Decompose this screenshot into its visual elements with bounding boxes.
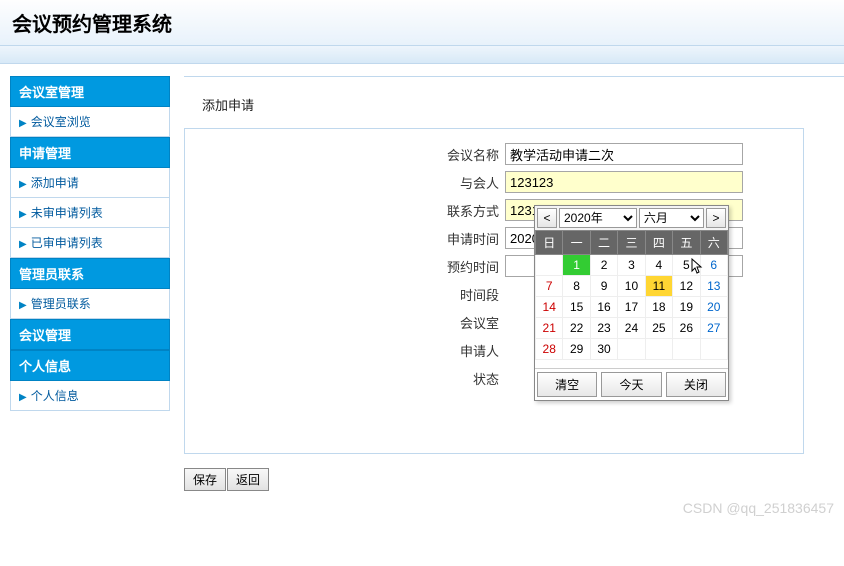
calendar-day[interactable]: 22 [563, 318, 590, 339]
calendar-day[interactable]: 7 [536, 276, 563, 297]
calendar-day[interactable]: 17 [618, 297, 645, 318]
sidebar-header-room[interactable]: 会议室管理 [10, 76, 170, 107]
calendar-day[interactable]: 15 [563, 297, 590, 318]
label-time-slot: 时间段 [185, 285, 505, 304]
bullet-icon: ▶ [19, 392, 27, 403]
calendar-day[interactable]: 18 [645, 297, 672, 318]
calendar-day[interactable]: 10 [618, 276, 645, 297]
label-room: 会议室 [185, 313, 505, 332]
calendar-day[interactable]: 20 [700, 297, 727, 318]
calendar-close-button[interactable]: 关闭 [666, 372, 726, 397]
panel-title: 添加申请 [184, 89, 844, 128]
bullet-icon: ▶ [19, 179, 27, 190]
calendar-weekday: 三 [618, 231, 645, 255]
calendar-day [536, 255, 563, 276]
calendar-day[interactable]: 21 [536, 318, 563, 339]
calendar-day[interactable]: 2 [590, 255, 617, 276]
calendar-day[interactable]: 16 [590, 297, 617, 318]
calendar-day[interactable]: 29 [563, 339, 590, 360]
sidebar-item-reviewed[interactable]: ▶已审申请列表 [10, 228, 170, 258]
sidebar-item-admin-contact[interactable]: ▶管理员联系 [10, 289, 170, 319]
label-reserve-time: 预约时间 [185, 257, 505, 276]
sidebar-item-pending[interactable]: ▶未审申请列表 [10, 198, 170, 228]
app-title: 会议预约管理系统 [12, 8, 832, 37]
watermark: CSDN @qq_251836457 [683, 500, 834, 516]
calendar-day[interactable]: 28 [536, 339, 563, 360]
calendar-day[interactable]: 11 [645, 276, 672, 297]
calendar-day[interactable]: 14 [536, 297, 563, 318]
button-bar: 保存返回 [184, 468, 844, 491]
label-apply-time: 申请时间 [185, 229, 505, 248]
save-button[interactable]: 保存 [184, 468, 226, 491]
sidebar-header-apply[interactable]: 申请管理 [10, 137, 170, 168]
calendar-day [645, 339, 672, 360]
calendar-clear-button[interactable]: 清空 [537, 372, 597, 397]
calendar-day[interactable]: 8 [563, 276, 590, 297]
calendar-day[interactable]: 1 [563, 255, 590, 276]
calendar-today-button[interactable]: 今天 [601, 372, 661, 397]
calendar-day[interactable]: 26 [673, 318, 700, 339]
sidebar-header-admin[interactable]: 管理员联系 [10, 258, 170, 289]
calendar-day[interactable]: 13 [700, 276, 727, 297]
calendar-day[interactable]: 25 [645, 318, 672, 339]
label-applicant: 申请人 [185, 341, 505, 360]
calendar-weekday: 四 [645, 231, 672, 255]
bullet-icon: ▶ [19, 209, 27, 220]
calendar-weekday: 二 [590, 231, 617, 255]
calendar-next-button[interactable]: > [706, 208, 726, 228]
calendar-day[interactable]: 23 [590, 318, 617, 339]
calendar-day[interactable]: 5 [673, 255, 700, 276]
calendar-prev-button[interactable]: < [537, 208, 557, 228]
bullet-icon: ▶ [19, 118, 27, 129]
calendar-day[interactable]: 9 [590, 276, 617, 297]
sidebar-header-meeting[interactable]: 会议管理 [10, 319, 170, 350]
calendar-weekday: 六 [700, 231, 727, 255]
label-contact: 联系方式 [185, 201, 505, 220]
calendar-day [673, 339, 700, 360]
label-participants: 与会人 [185, 173, 505, 192]
sidebar-header-profile[interactable]: 个人信息 [10, 350, 170, 381]
main-panel: 添加申请 会议名称 与会人 联系方式 申请时间 预约时间 时间段 会议室 申请人… [184, 76, 844, 491]
bullet-icon: ▶ [19, 239, 27, 250]
calendar-month-select[interactable]: 六月 [639, 208, 704, 228]
calendar-day [700, 339, 727, 360]
sidebar: 会议室管理 ▶会议室浏览 申请管理 ▶添加申请 ▶未审申请列表 ▶已审申请列表 … [10, 76, 170, 491]
calendar-day[interactable]: 24 [618, 318, 645, 339]
calendar-day[interactable]: 30 [590, 339, 617, 360]
calendar-day[interactable]: 19 [673, 297, 700, 318]
calendar-grid: 日一二三四五六 12345678910111213141516171819202… [535, 230, 728, 360]
calendar-year-select[interactable]: 2020年 [559, 208, 637, 228]
bullet-icon: ▶ [19, 300, 27, 311]
calendar-day[interactable]: 6 [700, 255, 727, 276]
calendar-weekday: 五 [673, 231, 700, 255]
sidebar-item-add-apply[interactable]: ▶添加申请 [10, 168, 170, 198]
calendar-day[interactable]: 4 [645, 255, 672, 276]
app-header: 会议预约管理系统 [0, 0, 844, 46]
date-picker: < 2020年 六月 > 日一二三四五六 1234567891011121314… [534, 205, 729, 401]
calendar-day[interactable]: 27 [700, 318, 727, 339]
input-meeting-name[interactable] [505, 143, 743, 165]
input-participants[interactable] [505, 171, 743, 193]
calendar-day[interactable]: 3 [618, 255, 645, 276]
calendar-day [618, 339, 645, 360]
top-bar [0, 46, 844, 64]
calendar-weekday: 日 [536, 231, 563, 255]
sidebar-item-room-browse[interactable]: ▶会议室浏览 [10, 107, 170, 137]
back-button[interactable]: 返回 [227, 468, 269, 491]
calendar-weekday: 一 [563, 231, 590, 255]
label-meeting-name: 会议名称 [185, 145, 505, 164]
label-status: 状态 [185, 369, 505, 388]
calendar-day[interactable]: 12 [673, 276, 700, 297]
sidebar-item-profile[interactable]: ▶个人信息 [10, 381, 170, 411]
